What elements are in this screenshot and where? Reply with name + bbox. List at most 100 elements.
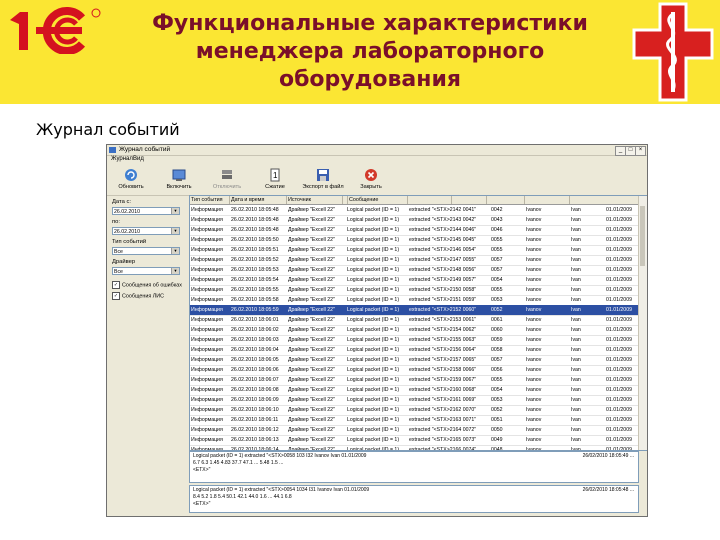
table-cell: Драйвер "Excell 22" — [288, 427, 335, 433]
table-cell: Информация — [191, 407, 223, 413]
checkmark-icon: ✓ — [112, 281, 120, 289]
refresh-button[interactable]: Обновить — [109, 167, 153, 193]
table-cell: Ivan — [571, 437, 581, 443]
detail-pane-2: Logical packet (ID = 1) extracted "<STX>… — [189, 485, 639, 513]
chevron-down-icon[interactable]: ▼ — [171, 268, 179, 274]
table-cell: 0043 — [491, 217, 503, 223]
table-cell: Информация — [191, 227, 223, 233]
table-cell: Logical packet (ID = 1) — [347, 247, 400, 253]
menu-view[interactable]: Вид — [133, 156, 144, 162]
table-cell: 0054 — [491, 387, 503, 393]
slide-title: Функциональные характеристики менеджера … — [130, 10, 610, 94]
table-cell: 0053 — [491, 397, 503, 403]
table-cell: 26.02.2010 18:05:48 — [231, 207, 279, 213]
close-button[interactable]: Закрыть — [349, 167, 393, 193]
table-cell: Ivan — [571, 347, 581, 353]
table-cell: 26.02.2010 18:05:51 — [231, 247, 279, 253]
export-button[interactable]: Экспорт в файл — [301, 167, 345, 193]
table-cell: Драйвер "Excell 22" — [288, 257, 335, 263]
table-cell: 01.01/2009 — [606, 407, 632, 413]
table-cell: 0055 — [491, 287, 503, 293]
table-cell: Информация — [191, 307, 223, 313]
table-cell: Logical packet (ID = 1) — [347, 307, 400, 313]
table-cell: Logical packet (ID = 1) — [347, 207, 400, 213]
table-cell: Информация — [191, 287, 223, 293]
date-to-field[interactable]: 26.02.2010 ▼ — [112, 227, 180, 235]
date-from-label: Дата с: — [112, 199, 131, 205]
lis-messages-checkbox[interactable]: ✓ Сообщения ЛИС — [112, 292, 164, 300]
event-log-window: Журнал событий _ □ × Журнал Вид Обновить… — [106, 144, 648, 517]
column-header[interactable]: Сообщение — [348, 196, 408, 204]
column-header[interactable] — [452, 196, 487, 204]
table-cell: 01.01/2009 — [606, 257, 632, 263]
table-cell: 01.01/2009 — [606, 347, 632, 353]
table-cell: Logical packet (ID = 1) — [347, 287, 400, 293]
table-cell: extracted "<STX>2155 0063" — [409, 337, 477, 343]
table-cell: Информация — [191, 267, 223, 273]
column-header[interactable] — [570, 196, 639, 204]
close-window-button[interactable]: × — [635, 146, 646, 156]
compress-button[interactable]: 1 Сжатие — [253, 167, 297, 193]
chevron-down-icon[interactable]: ▼ — [171, 248, 179, 254]
table-cell: Logical packet (ID = 1) — [347, 337, 400, 343]
table-cell: Ivan — [571, 207, 581, 213]
column-header[interactable]: Тип события — [190, 196, 230, 204]
column-header[interactable]: Дата и время — [230, 196, 287, 204]
slide-subtitle: Журнал событий — [36, 120, 180, 139]
table-cell: Ivanov — [526, 317, 542, 323]
table-cell: 26.02.2010 18:06:08 — [231, 387, 279, 393]
column-header[interactable]: Источник — [287, 196, 343, 204]
table-cell: 0055 — [491, 247, 503, 253]
disable-button[interactable]: Отключить — [205, 167, 249, 193]
table-cell: 01.01/2009 — [606, 337, 632, 343]
column-header[interactable] — [525, 196, 570, 204]
enable-button[interactable]: Включить — [157, 167, 201, 193]
table-cell: 0054 — [491, 277, 503, 283]
window-titlebar[interactable]: Журнал событий _ □ × — [107, 145, 647, 156]
table-cell: 26.02.2010 18:06:13 — [231, 437, 279, 443]
table-cell: Информация — [191, 427, 223, 433]
driver-value: Все — [114, 269, 123, 275]
column-header[interactable] — [408, 196, 452, 204]
table-cell: Ivan — [571, 277, 581, 283]
date-from-value: 26.02.2010 — [114, 209, 140, 215]
error-messages-checkbox[interactable]: ✓ Сообщения об ошибках — [112, 281, 182, 289]
menu-journal[interactable]: Журнал — [111, 156, 133, 162]
table-cell: extracted "<STX>2158 0066" — [409, 367, 477, 373]
table-cell: extracted "<STX>2159 0067" — [409, 377, 477, 383]
column-header[interactable] — [487, 196, 525, 204]
slide-title-line: оборудования — [278, 67, 462, 92]
table-cell: 01.01/2009 — [606, 247, 632, 253]
driver-select[interactable]: Все ▼ — [112, 267, 180, 275]
table-cell: Logical packet (ID = 1) — [347, 407, 400, 413]
table-cell: Информация — [191, 397, 223, 403]
event-type-label: Тип событий — [112, 239, 147, 245]
date-to-label: по: — [112, 219, 120, 225]
close-icon — [365, 169, 377, 181]
table-cell: Информация — [191, 327, 223, 333]
driver-label: Драйвер — [112, 259, 136, 265]
table-cell: 26.02.2010 18:05:53 — [231, 267, 279, 273]
chevron-down-icon[interactable]: ▼ — [171, 228, 179, 234]
table-cell: 01.01/2009 — [606, 367, 632, 373]
table-cell: Драйвер "Excell 22" — [288, 367, 335, 373]
table-cell: 26.02.2010 18:05:55 — [231, 287, 279, 293]
table-cell: 26.02.2010 18:06:07 — [231, 377, 279, 383]
table-cell: Ivanov — [526, 337, 542, 343]
date-from-field[interactable]: 26.02.2010 ▼ — [112, 207, 180, 215]
table-cell: 01.01/2009 — [606, 237, 632, 243]
scrollbar-thumb[interactable] — [640, 206, 645, 266]
disable-label: Отключить — [212, 184, 242, 190]
table-cell: 0055 — [491, 237, 503, 243]
vertical-scrollbar[interactable] — [638, 196, 647, 450]
table-cell: Драйвер "Excell 22" — [288, 227, 335, 233]
table-cell: Информация — [191, 377, 223, 383]
medical-cross-icon — [632, 2, 714, 102]
table-cell: Ivan — [571, 317, 581, 323]
table-cell: 0056 — [491, 367, 503, 373]
table-cell: 26.02.2010 18:06:12 — [231, 427, 279, 433]
chevron-down-icon[interactable]: ▼ — [171, 208, 179, 214]
event-type-select[interactable]: Все ▼ — [112, 247, 180, 255]
table-cell: Информация — [191, 237, 223, 243]
table-cell: Ivan — [571, 217, 581, 223]
